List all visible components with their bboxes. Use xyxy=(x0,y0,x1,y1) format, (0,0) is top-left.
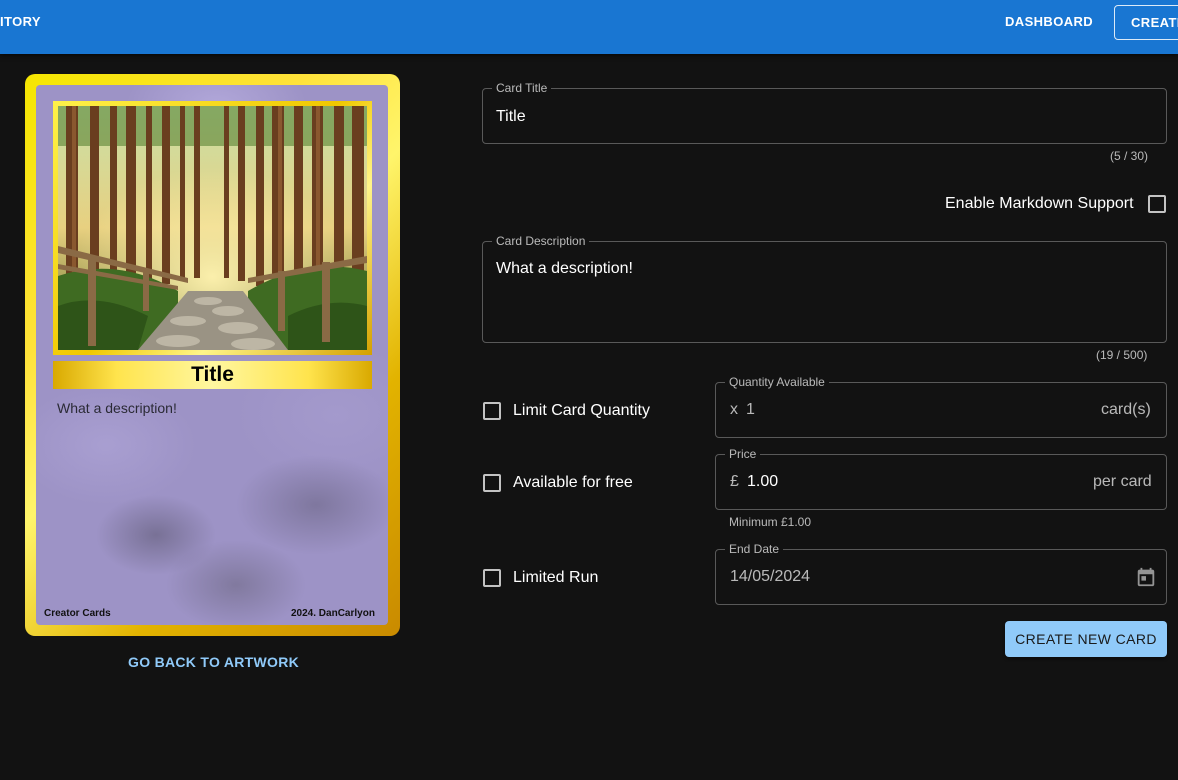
card-description-field[interactable]: Card Description What a description! xyxy=(482,234,1167,343)
free-label: Available for free xyxy=(513,474,633,491)
forest-path-image xyxy=(58,106,367,350)
card-title-input[interactable]: Title xyxy=(496,108,526,126)
markdown-checkbox[interactable] xyxy=(1148,195,1166,213)
card-title-label: Card Title xyxy=(492,81,552,95)
quantity-prefix: x xyxy=(730,401,738,418)
back-to-artwork-button[interactable]: GO BACK TO ARTWORK xyxy=(128,654,299,670)
price-label: Price xyxy=(725,447,761,461)
nav-create-button[interactable]: CREATE xyxy=(1114,5,1178,40)
quantity-label: Quantity Available xyxy=(725,375,829,389)
markdown-label: Enable Markdown Support xyxy=(945,195,1134,212)
nav-link-dashboard[interactable]: DASHBOARD xyxy=(1005,14,1093,29)
card-footer-copyright: 2024. DanCarlyon xyxy=(291,608,375,619)
card-description-label: Card Description xyxy=(492,234,590,248)
card-title-banner: Title xyxy=(53,361,372,389)
quantity-field[interactable]: Quantity Available x 1 card(s) xyxy=(715,375,1167,438)
limited-run-label: Limited Run xyxy=(513,569,599,586)
card-title-field[interactable]: Card Title Title xyxy=(482,81,1167,144)
card-description-counter: (19 / 500) xyxy=(1096,348,1148,362)
price-suffix: per card xyxy=(1093,473,1152,490)
price-currency: £ xyxy=(730,473,739,490)
end-date-label: End Date xyxy=(725,542,784,556)
card-image-frame xyxy=(53,101,372,355)
end-date-input[interactable]: 14/05/2024 xyxy=(730,568,810,586)
card-preview-title: Title xyxy=(191,363,234,386)
card-footer-brand: Creator Cards xyxy=(44,608,111,619)
price-input[interactable]: 1.00 xyxy=(747,473,778,491)
card-title-counter: (5 / 30) xyxy=(1110,149,1149,163)
calendar-icon[interactable] xyxy=(1135,566,1157,588)
price-helper: Minimum £1.00 xyxy=(729,515,812,529)
free-checkbox[interactable] xyxy=(483,474,501,492)
create-new-card-button[interactable]: CREATE NEW CARD xyxy=(1005,621,1167,657)
limit-quantity-checkbox[interactable] xyxy=(483,402,501,420)
quantity-suffix: card(s) xyxy=(1101,401,1151,418)
limited-run-checkbox[interactable] xyxy=(483,569,501,587)
create-new-card-label: CREATE NEW CARD xyxy=(1015,631,1157,647)
nav-create-label: CREATE xyxy=(1131,15,1178,30)
quantity-input[interactable]: 1 xyxy=(746,401,755,419)
price-field[interactable]: Price £ 1.00 per card xyxy=(715,447,1167,510)
app-bar: ITORY DASHBOARD CREATE xyxy=(0,0,1178,54)
card-preview-description: What a description! xyxy=(57,400,177,416)
card-artwork-image xyxy=(58,106,367,350)
nav-link-inventory[interactable]: ITORY xyxy=(0,14,41,29)
card-description-input[interactable]: What a description! xyxy=(496,260,633,278)
end-date-field[interactable]: End Date 14/05/2024 xyxy=(715,542,1167,605)
limit-quantity-label: Limit Card Quantity xyxy=(513,402,650,419)
